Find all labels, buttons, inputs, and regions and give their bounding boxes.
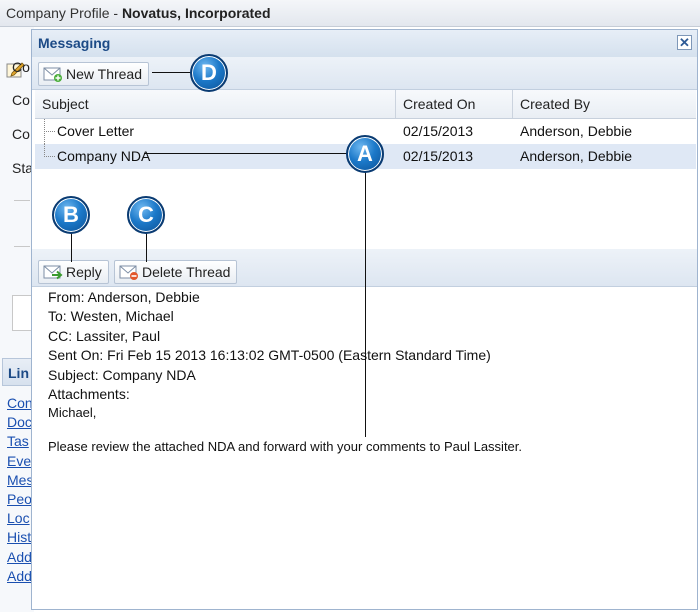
link-item[interactable]: Doc bbox=[7, 414, 32, 430]
link-item[interactable]: Peo bbox=[7, 491, 32, 507]
link-item[interactable]: Loc bbox=[7, 510, 30, 526]
thread-grid-header: Subject Created On Created By bbox=[35, 90, 696, 119]
message-sent-on: Sent On: Fri Feb 15 2013 16:13:02 GMT-05… bbox=[48, 347, 491, 364]
close-icon: ✕ bbox=[679, 35, 690, 50]
page-title: Company Profile - Novatus, Incorporated bbox=[0, 0, 700, 27]
reply-icon bbox=[43, 265, 63, 280]
reply-label: Reply bbox=[66, 264, 102, 280]
field-label: Co bbox=[12, 59, 30, 75]
callout-b: B bbox=[52, 196, 90, 234]
column-header-created-on[interactable]: Created On bbox=[396, 90, 512, 118]
row-created-by: Anderson, Debbie bbox=[520, 148, 633, 164]
message-to: To: Westen, Michael bbox=[48, 308, 174, 325]
message-cc: CC: Lassiter, Paul bbox=[48, 327, 161, 344]
tree-connector bbox=[44, 131, 55, 132]
delete-message-icon bbox=[119, 265, 138, 280]
message-attachments: Attachments: bbox=[48, 386, 130, 403]
message-from: From: Anderson, Debbie bbox=[48, 289, 200, 305]
callout-a: A bbox=[346, 135, 384, 173]
divider bbox=[14, 246, 30, 247]
links-header: Lin bbox=[2, 358, 34, 386]
callout-d: D bbox=[190, 54, 228, 92]
message-subject: Subject: Company NDA bbox=[48, 366, 196, 383]
callout-d-leader bbox=[152, 72, 192, 73]
callout-a-leader bbox=[365, 155, 366, 437]
reply-button[interactable]: Reply bbox=[38, 260, 109, 284]
link-item[interactable]: Add bbox=[7, 568, 32, 584]
row-created-by: Anderson, Debbie bbox=[520, 123, 633, 139]
delete-thread-button[interactable]: Delete Thread bbox=[114, 260, 238, 284]
column-header-created-by[interactable]: Created By bbox=[513, 90, 696, 118]
dialog-header: Messaging ✕ bbox=[32, 30, 697, 58]
message-preview: From: Anderson, Debbie To: Westen, Micha… bbox=[48, 288, 688, 455]
link-item[interactable]: Con bbox=[7, 395, 33, 411]
new-message-icon bbox=[43, 67, 62, 82]
column-header-subject[interactable]: Subject bbox=[35, 90, 395, 118]
link-item[interactable]: Add bbox=[7, 549, 32, 565]
thread-toolbar: New Thread bbox=[32, 57, 697, 90]
link-item[interactable]: Eve bbox=[7, 453, 31, 469]
row-subject: Cover Letter bbox=[57, 123, 135, 139]
field-label: Sta bbox=[12, 160, 34, 176]
field-label: Co bbox=[12, 92, 30, 108]
new-thread-label: New Thread bbox=[66, 66, 143, 82]
callout-c: C bbox=[127, 196, 165, 234]
row-created-on: 02/15/2013 bbox=[403, 148, 474, 164]
dialog-title: Messaging bbox=[38, 35, 111, 51]
divider bbox=[14, 200, 30, 201]
callout-a-leader bbox=[144, 153, 366, 154]
tree-connector bbox=[44, 156, 55, 157]
field-label: Co bbox=[12, 126, 30, 142]
message-greeting: Michael, bbox=[48, 405, 97, 421]
message-body: Please review the attached NDA and forwa… bbox=[48, 439, 523, 455]
delete-thread-label: Delete Thread bbox=[142, 264, 231, 280]
close-button[interactable]: ✕ bbox=[677, 35, 692, 50]
link-item[interactable]: Hist bbox=[7, 529, 31, 545]
link-item[interactable]: Tas bbox=[7, 433, 29, 449]
new-thread-button[interactable]: New Thread bbox=[38, 62, 150, 86]
link-item[interactable]: Mes bbox=[7, 472, 33, 488]
row-subject: Company NDA bbox=[57, 148, 151, 164]
row-created-on: 02/15/2013 bbox=[403, 123, 474, 139]
